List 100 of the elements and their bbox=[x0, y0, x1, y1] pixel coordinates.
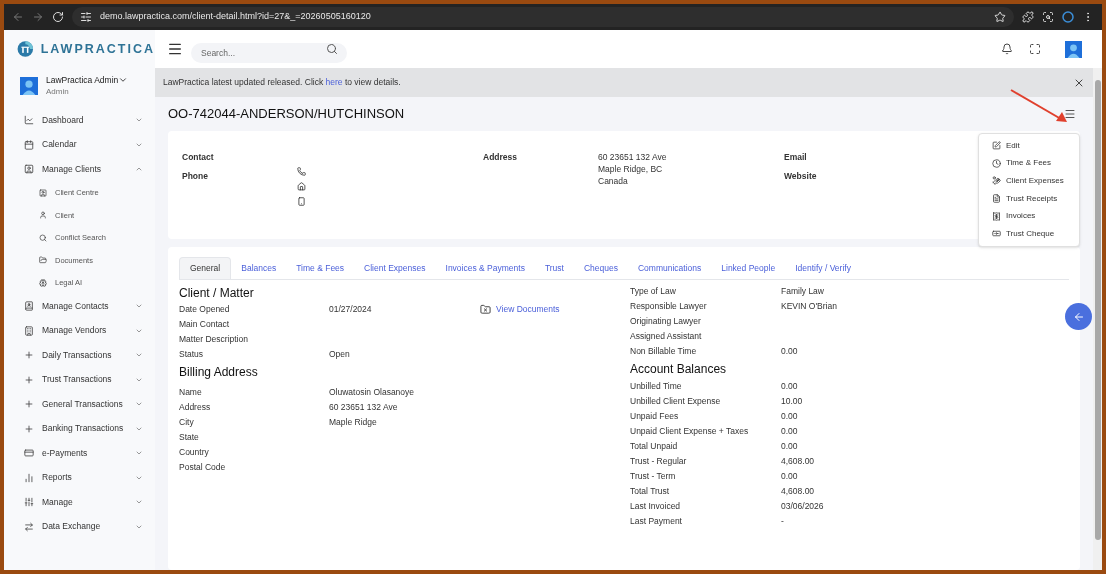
sidebar-item[interactable]: Manage bbox=[4, 490, 155, 515]
field-label: Last Payment bbox=[630, 515, 683, 528]
field-value: 0.00 bbox=[781, 410, 798, 423]
field-value: 0.00 bbox=[781, 425, 798, 438]
field-label: Address bbox=[483, 151, 518, 164]
folder-x-icon bbox=[479, 304, 492, 315]
menu-item[interactable]: Trust Cheque bbox=[979, 224, 1079, 243]
tab[interactable]: Client Expenses bbox=[354, 257, 436, 279]
receipt-icon bbox=[992, 211, 1001, 221]
sidebar-item[interactable]: Dashboard bbox=[4, 108, 155, 133]
tab[interactable]: Invoices & Payments bbox=[435, 257, 535, 279]
field-label: Date Opened bbox=[179, 303, 231, 316]
field-label: Unpaid Client Expense + Taxes bbox=[630, 425, 750, 438]
field-label: Contact bbox=[182, 151, 215, 164]
swap-arrows-icon bbox=[24, 521, 34, 532]
banner-text: LawPractica latest updated released. Click here to view details. bbox=[163, 76, 402, 89]
site-info-icon[interactable] bbox=[80, 11, 92, 23]
page-title: OO-742044-ANDERSON/HUTCHINSON bbox=[168, 105, 405, 124]
field-label: Matter Description bbox=[179, 333, 249, 346]
address-line: Canada bbox=[598, 175, 629, 187]
field-label: Last Invoiced bbox=[630, 500, 682, 513]
sidebar-item[interactable]: Calendar bbox=[4, 132, 155, 157]
sidebar-item[interactable]: Manage Contacts bbox=[4, 294, 155, 319]
logo-text: LAWPRACTICA bbox=[40, 40, 155, 58]
sidebar-item[interactable]: Manage Vendors bbox=[4, 318, 155, 343]
sidebar-item[interactable]: e-Payments bbox=[4, 441, 155, 466]
sidebar-item[interactable]: General Transactions bbox=[4, 392, 155, 417]
menu-icon[interactable] bbox=[1064, 108, 1076, 120]
field-value: 0.00 bbox=[781, 345, 798, 358]
tab[interactable]: General bbox=[179, 257, 232, 279]
section-heading: Client / Matter bbox=[179, 285, 255, 302]
tab[interactable]: Trust bbox=[534, 257, 574, 279]
tab[interactable]: Cheques bbox=[573, 257, 628, 279]
field-label: Postal Code bbox=[179, 461, 227, 474]
annotation-arrow bbox=[1009, 88, 1069, 124]
notification-bell-icon[interactable] bbox=[1001, 43, 1013, 55]
plus-icon bbox=[24, 350, 34, 361]
pen-square-icon bbox=[992, 141, 1001, 151]
tab[interactable]: Communications bbox=[627, 257, 712, 279]
user-name[interactable]: LawPractica Admin bbox=[46, 73, 119, 87]
tab[interactable]: Linked People bbox=[711, 257, 786, 279]
menu-item[interactable]: Time & Fees bbox=[979, 154, 1079, 173]
sidebar-item[interactable]: Trust Transactions bbox=[4, 367, 155, 392]
sidebar-item[interactable]: Data Exchange bbox=[4, 514, 155, 539]
menu-icon[interactable] bbox=[167, 41, 183, 57]
extensions-icon[interactable] bbox=[1022, 11, 1034, 23]
bar-chart-icon bbox=[24, 472, 34, 483]
back-icon[interactable] bbox=[12, 11, 24, 23]
field-label: City bbox=[179, 416, 195, 429]
line-chart-icon bbox=[24, 115, 34, 126]
field-label: Unbilled Time bbox=[630, 380, 683, 393]
field-value: Maple Ridge bbox=[329, 416, 377, 429]
field-value: KEVIN O'Brian bbox=[781, 300, 837, 313]
menu-item[interactable]: Trust Receipts bbox=[979, 189, 1079, 208]
field-value: 4,608.00 bbox=[781, 485, 815, 498]
tab[interactable]: Balances bbox=[231, 257, 287, 279]
menu-item[interactable]: Invoices bbox=[979, 207, 1079, 225]
avatar-icon[interactable] bbox=[20, 77, 38, 95]
field-label: Unpaid Fees bbox=[630, 410, 680, 423]
arrow-left-icon bbox=[1072, 310, 1085, 323]
menu-item[interactable]: Client Expenses bbox=[979, 172, 1079, 190]
scrollbar[interactable] bbox=[1093, 68, 1102, 570]
sidebar-item[interactable]: Reports bbox=[4, 465, 155, 490]
sidebar-item[interactable]: Manage Clients bbox=[4, 157, 155, 182]
credit-card-icon bbox=[24, 448, 34, 459]
field-value: 01/27/2024 bbox=[329, 303, 373, 316]
sliders-icon bbox=[24, 497, 34, 508]
field-label: Main Contact bbox=[179, 318, 231, 331]
plus-icon bbox=[24, 374, 34, 385]
tab[interactable]: Identify / Verify bbox=[785, 257, 861, 279]
sidebar-item[interactable]: Banking Transactions bbox=[4, 416, 155, 441]
caret-icon[interactable] bbox=[118, 75, 129, 85]
search-field[interactable]: Search... bbox=[191, 43, 347, 63]
plus-icon bbox=[24, 399, 34, 410]
tab[interactable]: Time & Fees bbox=[286, 257, 355, 279]
banner-link[interactable]: here bbox=[325, 77, 343, 88]
search-icon[interactable] bbox=[326, 43, 338, 55]
field-value: 0.00 bbox=[781, 470, 798, 483]
screen-search-icon[interactable] bbox=[1042, 11, 1054, 23]
field-label: Non Billable Time bbox=[630, 345, 698, 358]
field-value: - bbox=[781, 515, 784, 528]
field-label: Total Trust bbox=[630, 485, 671, 498]
bookmark-star-icon[interactable] bbox=[994, 11, 1006, 23]
address-bar[interactable]: demo.lawpractica.com/client-detail.html?id=27&_=20260505160120 bbox=[72, 7, 1014, 27]
avatar-icon[interactable] bbox=[1065, 40, 1082, 58]
menu-item[interactable]: Edit bbox=[979, 137, 1079, 155]
profile-icon[interactable] bbox=[1062, 11, 1074, 23]
mobile-phone-icon bbox=[297, 197, 306, 206]
plus-icon bbox=[24, 423, 34, 434]
sidebar-item[interactable]: Daily Transactions bbox=[4, 343, 155, 368]
forward-icon[interactable] bbox=[32, 11, 44, 23]
section-heading: Billing Address bbox=[179, 364, 259, 381]
field-value: 0.00 bbox=[781, 380, 798, 393]
field-label: Trust - Regular bbox=[630, 455, 688, 468]
fullscreen-icon[interactable] bbox=[1029, 43, 1041, 55]
reload-icon[interactable] bbox=[52, 11, 64, 23]
address-book-icon bbox=[24, 301, 34, 312]
field-label: Unbilled Client Expense bbox=[630, 395, 722, 408]
field-label: Country bbox=[179, 446, 210, 459]
view-documents-link[interactable]: View Documents bbox=[479, 303, 560, 316]
